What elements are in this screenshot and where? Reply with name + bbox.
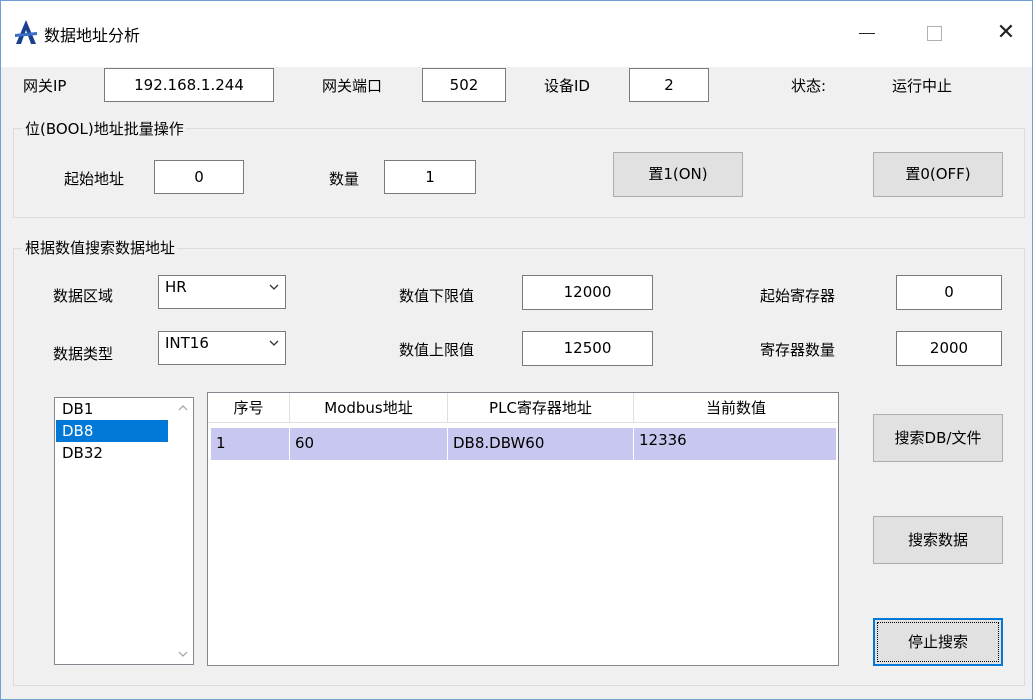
start-register-label: 起始寄存器 — [760, 287, 836, 305]
column-header[interactable]: 序号 — [208, 393, 290, 423]
count-input[interactable]: 1 — [384, 160, 476, 194]
data-type-label: 数据类型 — [53, 345, 114, 363]
table-cell: 60 — [290, 428, 448, 460]
table-cell: 1 — [211, 428, 290, 460]
set-off-button[interactable]: 置0(OFF) — [873, 152, 1003, 197]
chevron-down-icon — [269, 284, 279, 290]
results-table[interactable]: 序号 Modbus地址 PLC寄存器地址 当前数值 1 60 DB8.DBW60… — [207, 392, 839, 666]
column-header[interactable]: 当前数值 — [634, 393, 838, 423]
minimize-button[interactable] — [847, 17, 887, 49]
maximize-button[interactable] — [914, 17, 954, 49]
status-label: 状态: — [791, 77, 827, 95]
window-title: 数据地址分析 — [44, 26, 141, 45]
register-count-label: 寄存器数量 — [760, 341, 836, 359]
device-id-label: 设备ID — [544, 77, 590, 95]
list-scrollbar[interactable] — [173, 398, 193, 664]
register-count-input[interactable]: 2000 — [896, 331, 1002, 366]
value-search-group-title: 根据数值搜索数据地址 — [23, 237, 178, 258]
table-row[interactable]: 1 60 DB8.DBW60 12336 — [211, 428, 836, 460]
app-logo-icon — [15, 20, 37, 44]
min-value-label: 数值下限值 — [399, 287, 475, 305]
column-header[interactable]: PLC寄存器地址 — [448, 393, 634, 423]
search-db-file-button[interactable]: 搜索DB/文件 — [873, 414, 1003, 462]
focus-rectangle — [877, 622, 999, 662]
data-area-label: 数据区域 — [53, 287, 114, 305]
column-header[interactable]: Modbus地址 — [290, 393, 448, 423]
scroll-up-icon[interactable] — [178, 404, 188, 412]
gateway-port-input[interactable]: 502 — [422, 68, 506, 102]
minimize-icon — [859, 33, 875, 34]
db-listbox[interactable]: DB1 DB8 DB32 — [54, 397, 194, 665]
gateway-ip-label: 网关IP — [23, 77, 67, 95]
min-value-input[interactable]: 12000 — [522, 275, 653, 310]
start-address-input[interactable]: 0 — [154, 160, 244, 194]
bool-batch-group-title: 位(BOOL)地址批量操作 — [23, 118, 186, 139]
max-value-input[interactable]: 12500 — [522, 331, 653, 366]
maximize-icon — [926, 26, 942, 41]
data-area-value: HR — [165, 278, 187, 296]
stop-search-button[interactable]: 停止搜索 — [873, 618, 1003, 666]
title-bar[interactable]: 数据地址分析 ✕ — [1, 1, 1032, 67]
set-on-button[interactable]: 置1(ON) — [613, 152, 743, 197]
status-value: 运行中止 — [892, 77, 953, 95]
main-window: 数据地址分析 ✕ 网关IP 192.168.1.244 网关端口 502 设备I… — [0, 0, 1033, 700]
chevron-down-icon — [269, 340, 279, 346]
data-type-value: INT16 — [165, 334, 209, 352]
device-id-input[interactable]: 2 — [629, 68, 709, 102]
list-item-selected[interactable]: DB8 — [56, 420, 168, 442]
scroll-down-icon[interactable] — [178, 650, 188, 658]
data-area-select[interactable]: HR — [158, 275, 286, 309]
max-value-label: 数值上限值 — [399, 341, 475, 359]
search-data-button[interactable]: 搜索数据 — [873, 516, 1003, 564]
gateway-ip-input[interactable]: 192.168.1.244 — [104, 68, 274, 102]
table-cell: DB8.DBW60 — [448, 428, 634, 460]
start-register-input[interactable]: 0 — [896, 275, 1002, 310]
list-item[interactable]: DB32 — [56, 442, 168, 464]
count-label: 数量 — [329, 170, 360, 188]
gateway-port-label: 网关端口 — [322, 77, 383, 95]
start-address-label: 起始地址 — [64, 170, 125, 188]
table-cell: 12336 — [639, 431, 687, 449]
list-item[interactable]: DB1 — [56, 398, 168, 420]
close-button[interactable]: ✕ — [986, 17, 1026, 49]
data-type-select[interactable]: INT16 — [158, 331, 286, 365]
close-icon: ✕ — [996, 20, 1016, 45]
